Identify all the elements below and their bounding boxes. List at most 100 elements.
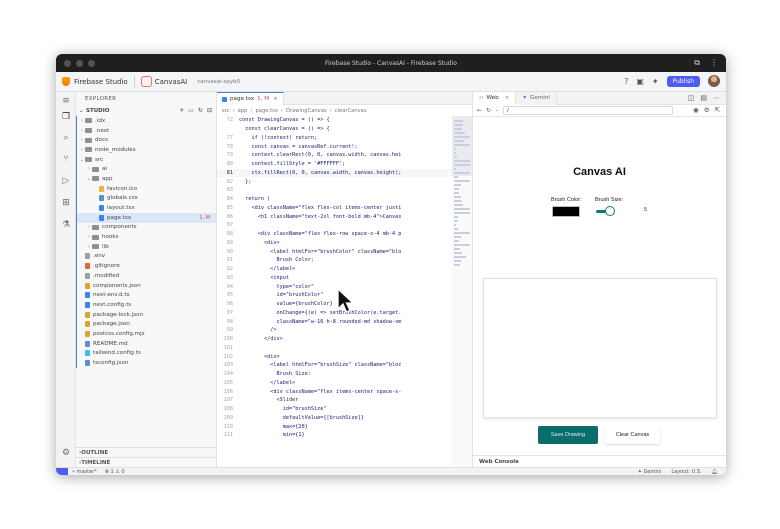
tree-file[interactable]: favicon.ico	[77, 184, 216, 194]
code-line[interactable]: 90 <label htmlFor="brushColor" className…	[217, 247, 452, 256]
project-name[interactable]: CanvasAI	[155, 78, 188, 86]
new-folder-icon[interactable]: ▭	[188, 107, 194, 114]
code-line[interactable]: 103 <label htmlFor="brushSize" className…	[217, 361, 452, 370]
breadcrumb-item[interactable]: page.tsx	[256, 108, 278, 114]
code-line[interactable]: 85 <div className="flex flex-col items-c…	[217, 204, 452, 213]
code-line[interactable]: 93 <input	[217, 274, 452, 283]
problems-status[interactable]: ⊗ 1 ⚠ 0	[105, 469, 125, 475]
split-view-icon[interactable]: ◫	[688, 94, 695, 102]
tree-folder[interactable]: ⌄ app	[77, 174, 216, 184]
breadcrumb-item[interactable]: src	[222, 108, 230, 114]
code-line[interactable]: 106 <div className="flex items-center sp…	[217, 387, 452, 396]
extensions-icon[interactable]: ⧉	[694, 58, 700, 68]
code-line[interactable]: 87	[217, 221, 452, 230]
code-line[interactable]: 79 context.clearRect(0, 0, canvas.width,…	[217, 151, 452, 160]
publish-button[interactable]: Publish	[666, 75, 700, 87]
code-line[interactable]: 100 </div>	[217, 335, 452, 344]
tree-folder[interactable]: › docs	[77, 135, 216, 145]
menu-icon[interactable]: ≡	[61, 96, 71, 106]
more-menu-icon[interactable]: ⋮	[710, 58, 718, 68]
explorer-root[interactable]: ⌄ STUDIO + ▭ ↻ ⊟	[76, 106, 216, 116]
settings-gear-icon[interactable]: ⚙	[61, 448, 71, 458]
tree-file[interactable]: README.md	[77, 339, 216, 349]
remote-indicator[interactable]	[56, 467, 68, 475]
code-line[interactable]: 81 ctx.fillRect(0, 0, canvas.width, canv…	[217, 168, 452, 178]
source-control-icon[interactable]: ⑂	[61, 154, 71, 164]
code-line[interactable]: 77 if (!context) return;	[217, 134, 452, 143]
git-branch-status[interactable]: ⑂ master*	[72, 469, 97, 475]
studio-label[interactable]: Firebase Studio	[74, 78, 128, 86]
lock-icon[interactable]: ▤	[700, 94, 707, 102]
breadcrumb-item[interactable]: clearCanvas	[335, 108, 367, 114]
web-console-header[interactable]: Web Console	[473, 455, 726, 467]
code-line[interactable]: 108 id="brushSize"	[217, 405, 452, 414]
clear-canvas-button[interactable]: Clear Canvas	[605, 426, 660, 444]
new-file-icon[interactable]: +	[179, 107, 184, 114]
close-tab-icon[interactable]: ×	[505, 95, 510, 101]
tree-file[interactable]: postcss.config.mjs	[77, 329, 216, 339]
tab-page-tsx[interactable]: page.tsx 1, M ×	[217, 92, 284, 105]
tree-folder[interactable]: › .idx	[77, 116, 216, 126]
tree-file[interactable]: next.config.ts	[77, 300, 216, 310]
code-line[interactable]: 83	[217, 186, 452, 195]
code-area[interactable]: 72 const DrawingCanvas = () => { const cl…	[217, 116, 452, 467]
tree-folder[interactable]: › node_modules	[77, 145, 216, 155]
notifications-bell-icon[interactable]: 🔔︎	[712, 469, 718, 475]
code-line[interactable]: 94 type="color"	[217, 282, 452, 291]
gemini-status[interactable]: ✦ Gemini	[638, 469, 662, 475]
collapse-all-icon[interactable]: ⊟	[207, 107, 212, 114]
code-line[interactable]: 96 value={brushColor}	[217, 300, 452, 309]
help-icon[interactable]: ?	[624, 77, 628, 86]
magic-wand-icon[interactable]: ✦	[652, 77, 659, 86]
tree-file[interactable]: package.json	[77, 319, 216, 329]
tree-folder[interactable]: ⌄ src	[77, 155, 216, 165]
breadcrumb-item[interactable]: app	[238, 108, 248, 114]
code-line[interactable]: 86 <h1 className="text-2xl font-bold mb-…	[217, 212, 452, 221]
tree-file[interactable]: page.tsx 1, M	[77, 212, 216, 223]
code-line[interactable]: 78 const canvas = canvasRef.current!;	[217, 142, 452, 151]
tree-folder[interactable]: › lib	[77, 242, 216, 252]
tree-file[interactable]: .modified	[77, 271, 216, 281]
close-tab-icon[interactable]: ×	[273, 96, 278, 102]
code-line[interactable]: 88 <div className="flex flex-row space-x…	[217, 230, 452, 239]
testing-icon[interactable]: ⚗	[61, 220, 71, 230]
code-line[interactable]: 92 </label>	[217, 265, 452, 274]
chevron-down-icon[interactable]: ⌄	[495, 108, 499, 113]
code-line[interactable]: 89 <div>	[217, 239, 452, 248]
tree-file[interactable]: tailwind.config.ts	[77, 349, 216, 359]
code-line[interactable]: 107 <Slider	[217, 396, 452, 405]
save-drawing-button[interactable]: Save Drawing	[538, 426, 598, 444]
preview-url-input[interactable]: /	[502, 106, 673, 115]
tree-file[interactable]: components.json	[77, 281, 216, 291]
code-line[interactable]: 110 max={20}	[217, 422, 452, 431]
outline-section[interactable]: › OUTLINE	[76, 447, 216, 457]
brush-size-slider-thumb[interactable]	[605, 206, 615, 216]
code-line[interactable]: 111 min={1}	[217, 431, 452, 440]
back-arrow-icon[interactable]: ←	[477, 107, 482, 114]
breadcrumb-item[interactable]: DrawingCanvas	[286, 108, 327, 114]
drawing-canvas[interactable]	[483, 278, 717, 418]
code-line[interactable]: 97 onChange={(e) => setBrushColor(e.targ…	[217, 309, 452, 318]
tree-file[interactable]: layout.tsx	[77, 203, 216, 213]
timeline-section[interactable]: › TIMELINE	[76, 457, 216, 467]
reload-icon[interactable]: ↻	[486, 107, 491, 114]
code-line[interactable]: 91 Brush Color:	[217, 256, 452, 265]
code-line[interactable]: 105 </label>	[217, 379, 452, 388]
code-line[interactable]: 82 };	[217, 177, 452, 186]
tree-file[interactable]: package-lock.json	[77, 310, 216, 320]
workspace-branch[interactable]: canvasai-spyb0	[197, 79, 240, 85]
code-line[interactable]: 72 const DrawingCanvas = () => {	[217, 116, 452, 125]
tree-folder[interactable]: › .next	[77, 126, 216, 136]
search-icon[interactable]: ⌕	[61, 133, 71, 143]
open-external-icon[interactable]: ⇱	[715, 106, 720, 114]
tree-file[interactable]: .gitignore	[77, 261, 216, 271]
keyboard-layout-status[interactable]: Layout: U.S.	[671, 469, 701, 475]
devtools-gear-icon[interactable]: ⚙	[704, 106, 710, 114]
code-line[interactable]: 95 id="brushColor"	[217, 291, 452, 300]
code-line[interactable]: 80 context.fillStyle = '#FFFFFF';	[217, 160, 452, 169]
code-line[interactable]: 102 <div>	[217, 352, 452, 361]
tree-file[interactable]: next-env.d.ts	[77, 290, 216, 300]
hide-eye-icon[interactable]: ◉	[693, 106, 699, 114]
minimap[interactable]	[452, 116, 472, 467]
tree-folder[interactable]: › ai	[77, 164, 216, 174]
